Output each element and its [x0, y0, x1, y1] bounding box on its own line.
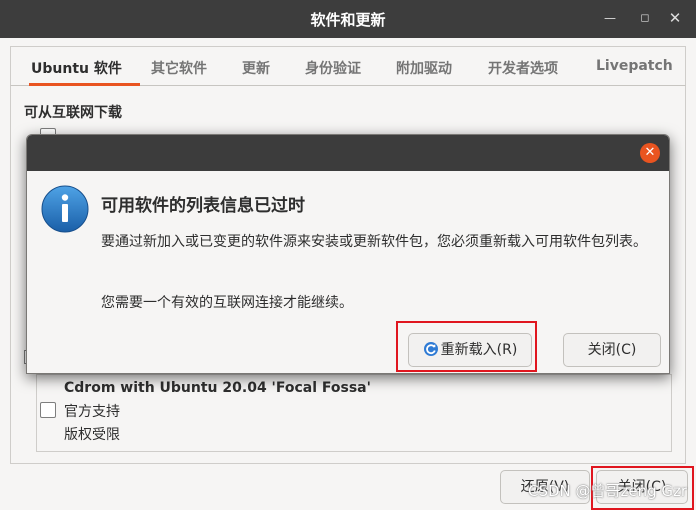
tab-bar: Ubuntu 软件 其它软件 更新 身份验证 附加驱动 开发者选项 Livepa…	[10, 46, 686, 86]
dialog-message: 要通过新加入或已变更的软件源来安装或更新软件包，您必须重新载入可用软件包列表。	[101, 234, 647, 250]
watermark: CSDN @曾哥zeng Gzr	[528, 482, 688, 500]
cdrom-official-support-label: 官方支持	[64, 404, 120, 420]
dialog-close-icon[interactable]: ✕	[640, 143, 660, 163]
tab-updates[interactable]: 更新	[242, 58, 270, 78]
tab-developer-options[interactable]: 开发者选项	[488, 58, 558, 78]
highlight-box	[396, 321, 537, 372]
download-section-title: 可从互联网下载	[24, 105, 122, 121]
window-titlebar[interactable]: 软件和更新 — ◻ ✕	[0, 0, 696, 38]
minimize-icon[interactable]: —	[601, 9, 619, 27]
tab-additional-drivers[interactable]: 附加驱动	[396, 58, 452, 78]
window-title: 软件和更新	[310, 11, 386, 29]
dialog-close-button[interactable]: 关闭(C)	[563, 333, 661, 367]
outdated-list-dialog: ✕ 可用软件的列表信息已过时 要通过新加入或已变更的软件源来安装或更新软件包，您…	[26, 134, 670, 374]
cdrom-source-checkbox[interactable]	[40, 402, 56, 418]
tab-authentication[interactable]: 身份验证	[305, 58, 361, 78]
dialog-title: 可用软件的列表信息已过时	[101, 196, 305, 216]
dialog-header[interactable]: ✕	[27, 135, 669, 171]
cdrom-source-title: Cdrom with Ubuntu 20.04 'Focal Fossa'	[64, 380, 371, 396]
software-updates-window: 软件和更新 — ◻ ✕ Ubuntu 软件 其它软件 更新 身份验证 附加驱动 …	[0, 0, 696, 510]
close-icon[interactable]: ✕	[666, 9, 684, 27]
tab-other-software[interactable]: 其它软件	[151, 58, 207, 78]
info-icon	[41, 185, 89, 233]
maximize-icon[interactable]: ◻	[636, 9, 654, 27]
cdrom-restricted-label: 版权受限	[64, 427, 120, 443]
tab-ubuntu-software[interactable]: Ubuntu 软件	[31, 58, 122, 78]
tab-livepatch[interactable]: Livepatch	[596, 58, 673, 74]
dialog-network-note: 您需要一个有效的互联网连接才能继续。	[101, 295, 353, 311]
